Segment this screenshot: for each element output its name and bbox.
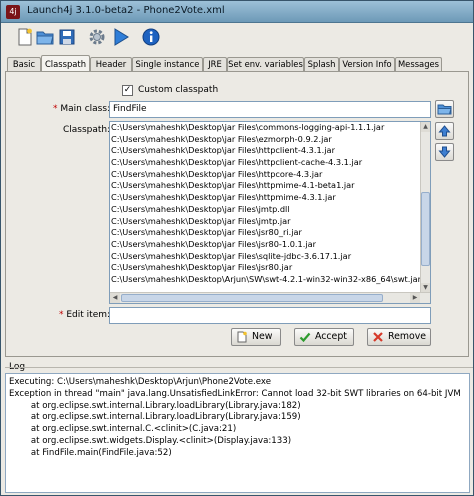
- info-icon: [142, 28, 160, 46]
- window-title: Launch4j 3.1.0-beta2 - Phone2Vote.xml: [27, 5, 225, 16]
- edit-item-label-text: Edit item:: [66, 310, 111, 320]
- classpath-entry[interactable]: C:\Users\maheshk\Desktop\jar Files\jsr80…: [110, 239, 422, 251]
- horizontal-scroll-thumb[interactable]: [121, 294, 383, 302]
- move-up-button[interactable]: [435, 122, 454, 140]
- open-config-button[interactable]: [35, 27, 55, 47]
- classpath-entry[interactable]: C:\Users\maheshk\Desktop\jar Files\ezmor…: [110, 134, 422, 146]
- tab-version-info[interactable]: Version Info: [339, 57, 395, 72]
- main-class-label: * Main class:: [53, 104, 110, 114]
- run-icon: [114, 28, 129, 46]
- new-file-icon: [237, 331, 247, 343]
- log-line: at org.eclipse.swt.internal.Library.load…: [9, 412, 301, 423]
- tab-set-env-variables[interactable]: Set env. variables: [227, 57, 304, 72]
- classpath-entry[interactable]: C:\Users\maheshk\Desktop\jar Files\jsr80…: [110, 262, 422, 274]
- arrow-up-icon: [438, 125, 451, 137]
- classpath-entry[interactable]: C:\Users\maheshk\Desktop\jar Files\jmtp.…: [110, 216, 422, 228]
- new-button[interactable]: New: [231, 328, 281, 346]
- classpath-entry[interactable]: C:\Users\maheshk\Desktop\Arjun\SW\swt-4.…: [110, 274, 422, 286]
- main-class-label-text: Main class:: [60, 104, 111, 114]
- title-bar[interactable]: 4j Launch4j 3.1.0-beta2 - Phone2Vote.xml: [1, 1, 473, 23]
- log-area[interactable]: Executing: C:\Users\maheshk\Desktop\Arju…: [5, 373, 470, 493]
- required-marker: *: [53, 104, 58, 114]
- classpath-entries: C:\Users\maheshk\Desktop\jar Files\commo…: [110, 122, 422, 291]
- cross-icon: [373, 332, 383, 342]
- vertical-scroll-thumb[interactable]: [421, 192, 430, 266]
- tab-splash[interactable]: Splash: [304, 57, 339, 72]
- classpath-entry[interactable]: C:\Users\maheshk\Desktop\jar Files\jmtp.…: [110, 204, 422, 216]
- save-icon: [59, 29, 75, 45]
- about-button[interactable]: [141, 27, 161, 47]
- scroll-right-arrow-icon[interactable]: ▶: [410, 293, 420, 303]
- open-folder-icon: [437, 104, 452, 115]
- accept-button-label: Accept: [315, 331, 347, 342]
- log-line: at FindFile.main(FindFile.java:52): [9, 447, 172, 458]
- log-line: at org.eclipse.swt.internal.Library.load…: [9, 400, 301, 411]
- classpath-entry[interactable]: C:\Users\maheshk\Desktop\jar Files\httpm…: [110, 192, 422, 204]
- edit-item-input[interactable]: [109, 307, 431, 324]
- main-class-input[interactable]: FindFile: [109, 101, 431, 118]
- new-file-icon: [18, 28, 32, 46]
- launch4j-app-icon: 4j: [6, 5, 20, 19]
- log-text: Executing: C:\Users\maheshk\Desktop\Arju…: [9, 377, 461, 460]
- run-button[interactable]: [111, 27, 131, 47]
- custom-classpath-label: Custom classpath: [138, 85, 219, 95]
- tab-basic[interactable]: Basic: [7, 57, 41, 72]
- tab-bar: Basic Classpath Header Single instance J…: [5, 55, 469, 73]
- accept-button[interactable]: Accept: [294, 328, 354, 346]
- remove-button[interactable]: Remove: [367, 328, 431, 346]
- toolbar: [1, 23, 473, 51]
- browse-main-class-button[interactable]: [435, 100, 454, 118]
- classpath-entry[interactable]: C:\Users\maheshk\Desktop\jar Files\httpc…: [110, 157, 422, 169]
- classpath-label: Classpath:: [63, 125, 111, 135]
- edit-item-label: * Edit item:: [59, 310, 110, 320]
- log-divider: [5, 367, 473, 368]
- tab-jre[interactable]: JRE: [203, 57, 227, 72]
- new-config-button[interactable]: [15, 27, 35, 47]
- log-line: at org.eclipse.swt.widgets.Display.<clin…: [9, 435, 292, 446]
- tab-messages[interactable]: Messages: [395, 57, 442, 72]
- gear-icon: [89, 29, 105, 45]
- classpath-horizontal-scrollbar[interactable]: ◀ ▶: [110, 292, 430, 303]
- build-wrapper-button[interactable]: [87, 27, 107, 47]
- classpath-entry[interactable]: C:\Users\maheshk\Desktop\jar Files\httpc…: [110, 169, 422, 181]
- tab-single-instance[interactable]: Single instance: [132, 57, 203, 72]
- save-config-button[interactable]: [57, 27, 77, 47]
- new-button-label: New: [252, 331, 273, 342]
- classpath-entry[interactable]: C:\Users\maheshk\Desktop\jar Files\jsr80…: [110, 227, 422, 239]
- launch4j-window: 4j Launch4j 3.1.0-beta2 - Phone2Vote.xml: [0, 0, 474, 496]
- log-line: at org.eclipse.swt.internal.C.<clinit>(C…: [9, 424, 237, 435]
- classpath-entry[interactable]: C:\Users\maheshk\Desktop\jar Files\sqlit…: [110, 251, 422, 263]
- classpath-entry[interactable]: C:\Users\maheshk\Desktop\jar Files\httpm…: [110, 180, 422, 192]
- log-line: Executing: C:\Users\maheshk\Desktop\Arju…: [9, 377, 272, 387]
- log-line: Exception in thread "main" java.lang.Uns…: [9, 388, 461, 399]
- remove-button-label: Remove: [388, 331, 427, 342]
- scroll-left-arrow-icon[interactable]: ◀: [110, 293, 120, 303]
- checkmark-icon: [299, 332, 311, 343]
- scroll-up-arrow-icon[interactable]: ▲: [421, 122, 430, 132]
- classpath-vertical-scrollbar[interactable]: ▲ ▼: [420, 122, 430, 293]
- arrow-down-icon: [438, 146, 451, 158]
- custom-classpath-checkbox[interactable]: ✓: [122, 85, 133, 96]
- open-folder-icon: [36, 31, 54, 45]
- classpath-entry[interactable]: C:\Users\maheshk\Desktop\jar Files\httpc…: [110, 145, 422, 157]
- classpath-list[interactable]: C:\Users\maheshk\Desktop\jar Files\commo…: [109, 121, 431, 304]
- required-marker: *: [59, 310, 64, 320]
- tab-header[interactable]: Header: [90, 57, 132, 72]
- move-down-button[interactable]: [435, 143, 454, 161]
- classpath-entry[interactable]: C:\Users\maheshk\Desktop\jar Files\commo…: [110, 122, 422, 134]
